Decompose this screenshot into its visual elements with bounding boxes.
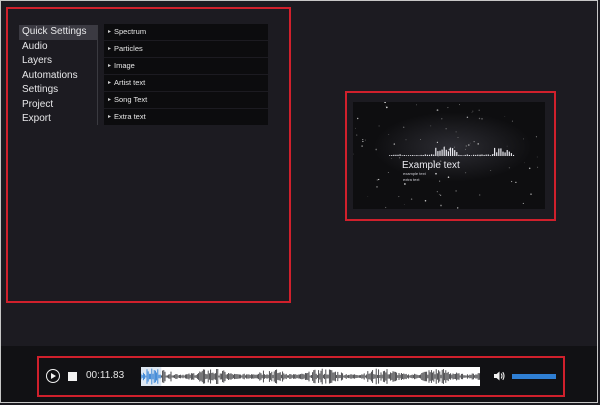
highlight-box-player — [37, 356, 565, 397]
highlight-box-preview — [345, 91, 556, 221]
highlight-box-settings — [6, 7, 291, 303]
